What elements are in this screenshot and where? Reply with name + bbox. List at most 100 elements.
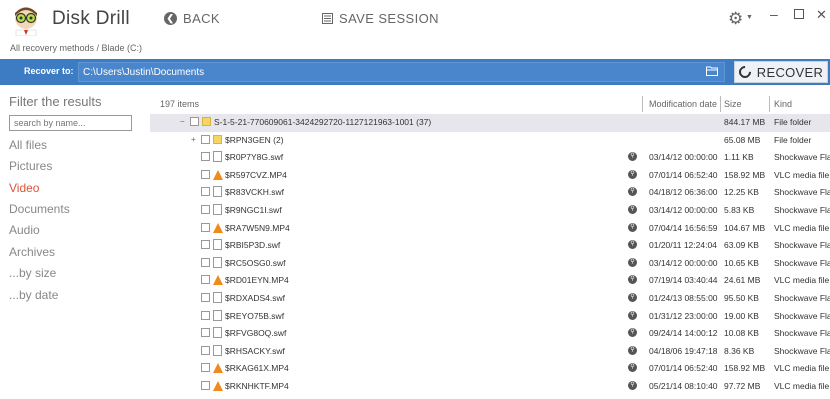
table-row[interactable]: + $RPN3GEN (2) 65.08 MB File folder bbox=[150, 132, 830, 150]
preview-icon[interactable]: ⚲ bbox=[628, 152, 637, 162]
save-session-icon bbox=[322, 13, 333, 24]
row-checkbox[interactable] bbox=[201, 187, 210, 197]
recover-path-field[interactable]: C:\Users\Justin\Documents bbox=[78, 62, 725, 82]
filter-archives[interactable]: Archives bbox=[9, 245, 55, 259]
table-row[interactable]: $RD01EYN.MP4 ⚲ 07/19/14 03:40:44 24.61 MB VL… bbox=[150, 272, 830, 290]
row-checkbox[interactable] bbox=[201, 328, 210, 338]
row-checkbox[interactable] bbox=[201, 169, 210, 179]
row-date: 07/01/14 06:52:40 bbox=[649, 169, 718, 180]
filter-by-size[interactable]: ...by size bbox=[9, 266, 56, 280]
preview-icon[interactable]: ⚲ bbox=[628, 240, 637, 250]
preview-icon[interactable]: ⚲ bbox=[628, 293, 637, 302]
filter-video[interactable]: Video bbox=[9, 181, 39, 195]
preview-icon[interactable]: ⚲ bbox=[628, 275, 637, 285]
column-divider[interactable] bbox=[642, 96, 643, 112]
table-row[interactable]: $RKAG61X.MP4 ⚲ 07/01/14 06:52:40 158.92 MB V… bbox=[150, 360, 830, 378]
row-checkbox[interactable] bbox=[201, 293, 210, 302]
file-icon bbox=[213, 151, 222, 163]
row-date: 01/31/12 23:00:00 bbox=[649, 310, 718, 321]
table-row[interactable]: $RBI5P3D.swf ⚲ 01/20/11 12:24:04 63.09 KB Sh… bbox=[150, 237, 830, 255]
filter-by-date[interactable]: ...by date bbox=[9, 288, 58, 302]
row-name: $R597CVZ.MP4 bbox=[225, 169, 287, 180]
search-input[interactable] bbox=[9, 115, 132, 131]
table-row[interactable]: $R83VCKH.swf ⚲ 04/18/12 06:36:00 12.25 KB Sh… bbox=[150, 184, 830, 202]
preview-icon[interactable]: ⚲ bbox=[628, 345, 637, 355]
file-icon bbox=[213, 292, 222, 303]
preview-icon[interactable]: ⚲ bbox=[628, 205, 637, 214]
back-button[interactable]: ❮ BACK bbox=[164, 11, 220, 26]
preview-icon[interactable]: ⚲ bbox=[628, 328, 637, 338]
table-row[interactable]: − S-1-5-21-770609061-3424292720-112712196… bbox=[150, 114, 830, 132]
table-row[interactable]: $R0P7Y8G.swf ⚲ 03/14/12 00:00:00 1.11 KB Sho… bbox=[150, 149, 830, 167]
back-label: BACK bbox=[183, 11, 221, 26]
breadcrumb: All recovery methods / Blade (C:) bbox=[10, 43, 143, 53]
row-checkbox[interactable] bbox=[201, 310, 210, 320]
row-size: 844.17 MB bbox=[724, 117, 766, 127]
folder-icon[interactable] bbox=[706, 66, 718, 76]
table-row[interactable]: $RFVG8OQ.swf ⚲ 09/24/14 14:00:12 10.08 KB Sh… bbox=[150, 325, 830, 343]
filter-audio[interactable]: Audio bbox=[9, 223, 40, 237]
row-checkbox[interactable] bbox=[201, 134, 210, 144]
preview-icon[interactable]: ⚲ bbox=[628, 169, 637, 179]
collapse-icon[interactable]: − bbox=[180, 118, 188, 126]
column-header-date[interactable]: Modification date bbox=[649, 99, 717, 109]
filter-documents[interactable]: Documents bbox=[9, 202, 70, 216]
preview-icon[interactable]: ⚲ bbox=[628, 363, 637, 373]
row-name: S-1-5-21-770609061-3424292720-1127121963… bbox=[214, 117, 432, 127]
row-date: 05/21/14 08:10:40 bbox=[649, 381, 718, 391]
recover-button[interactable]: RECOVER bbox=[734, 61, 828, 83]
table-row[interactable]: $REYO75B.swf ⚲ 01/31/12 23:00:00 19.00 KB Sh… bbox=[150, 308, 830, 326]
row-name: $RKNHKTF.MP4 bbox=[225, 381, 289, 391]
row-checkbox[interactable] bbox=[201, 345, 210, 355]
row-checkbox[interactable] bbox=[190, 117, 199, 126]
column-header-size[interactable]: Size bbox=[724, 99, 742, 109]
row-date: 03/14/12 00:00:00 bbox=[649, 205, 718, 215]
expand-icon[interactable]: + bbox=[191, 135, 199, 144]
row-date: 07/19/14 03:40:44 bbox=[649, 275, 718, 286]
row-checkbox[interactable] bbox=[201, 240, 210, 250]
minimize-icon[interactable]: – bbox=[770, 6, 778, 22]
column-divider[interactable] bbox=[769, 96, 770, 112]
title-bar: Disk Drill ❮ BACK SAVE SESSION ⚙ ▼ – ✕ bbox=[0, 0, 830, 38]
row-checkbox[interactable] bbox=[201, 152, 210, 162]
close-icon[interactable]: ✕ bbox=[816, 7, 827, 23]
row-name: $R0P7Y8G.swf bbox=[225, 152, 284, 163]
table-row[interactable]: $R9NGC1I.swf ⚲ 03/14/12 00:00:00 5.83 KB Sho… bbox=[150, 202, 830, 220]
row-checkbox[interactable] bbox=[201, 381, 210, 390]
preview-icon[interactable]: ⚲ bbox=[628, 187, 637, 197]
row-size: 1.11 KB bbox=[724, 152, 754, 163]
row-date: 03/14/12 00:00:00 bbox=[649, 257, 718, 268]
folder-icon bbox=[202, 117, 211, 126]
row-date: 07/01/14 06:52:40 bbox=[649, 363, 718, 374]
row-checkbox[interactable] bbox=[201, 257, 210, 267]
vlc-file-icon bbox=[213, 222, 223, 233]
row-size: 65.08 MB bbox=[724, 134, 761, 145]
preview-icon[interactable]: ⚲ bbox=[628, 257, 637, 267]
filter-all-files[interactable]: All files bbox=[9, 138, 47, 152]
row-size: 104.67 MB bbox=[724, 222, 766, 233]
row-checkbox[interactable] bbox=[201, 222, 210, 232]
chevron-down-icon[interactable]: ▼ bbox=[746, 14, 753, 21]
row-checkbox[interactable] bbox=[201, 275, 210, 285]
row-name: $RC5OSG0.swf bbox=[225, 257, 286, 268]
table-row[interactable]: $RA7W5N9.MP4 ⚲ 07/04/14 16:56:59 104.67 MB V… bbox=[150, 220, 830, 238]
row-checkbox[interactable] bbox=[201, 363, 210, 373]
table-row[interactable]: $RHSACKY.swf ⚲ 04/18/06 19:47:18 8.36 KB Sho… bbox=[150, 343, 830, 361]
preview-icon[interactable]: ⚲ bbox=[628, 222, 637, 232]
preview-icon[interactable]: ⚲ bbox=[628, 381, 637, 390]
table-row[interactable]: $RDXADS4.swf ⚲ 01/24/13 08:55:00 95.50 KB Sh… bbox=[150, 290, 830, 308]
table-row[interactable]: $RKNHKTF.MP4 ⚲ 05/21/14 08:10:40 97.72 MB VL… bbox=[150, 378, 830, 396]
maximize-icon[interactable] bbox=[794, 9, 804, 19]
row-checkbox[interactable] bbox=[201, 205, 210, 214]
table-row[interactable]: $R597CVZ.MP4 ⚲ 07/01/14 06:52:40 158.92 MB V… bbox=[150, 167, 830, 185]
recover-icon bbox=[736, 63, 754, 81]
gear-icon[interactable]: ⚙ bbox=[728, 9, 743, 29]
column-header-kind[interactable]: Kind bbox=[774, 99, 792, 109]
save-session-button[interactable]: SAVE SESSION bbox=[322, 11, 439, 26]
table-row[interactable]: $RC5OSG0.swf ⚲ 03/14/12 00:00:00 10.65 KB Sh… bbox=[150, 255, 830, 273]
preview-icon[interactable]: ⚲ bbox=[628, 310, 637, 320]
column-divider[interactable] bbox=[720, 96, 721, 112]
filter-pictures[interactable]: Pictures bbox=[9, 159, 52, 173]
recover-to-label: Recover to: bbox=[24, 66, 74, 76]
row-date: 04/18/12 06:36:00 bbox=[649, 187, 718, 198]
